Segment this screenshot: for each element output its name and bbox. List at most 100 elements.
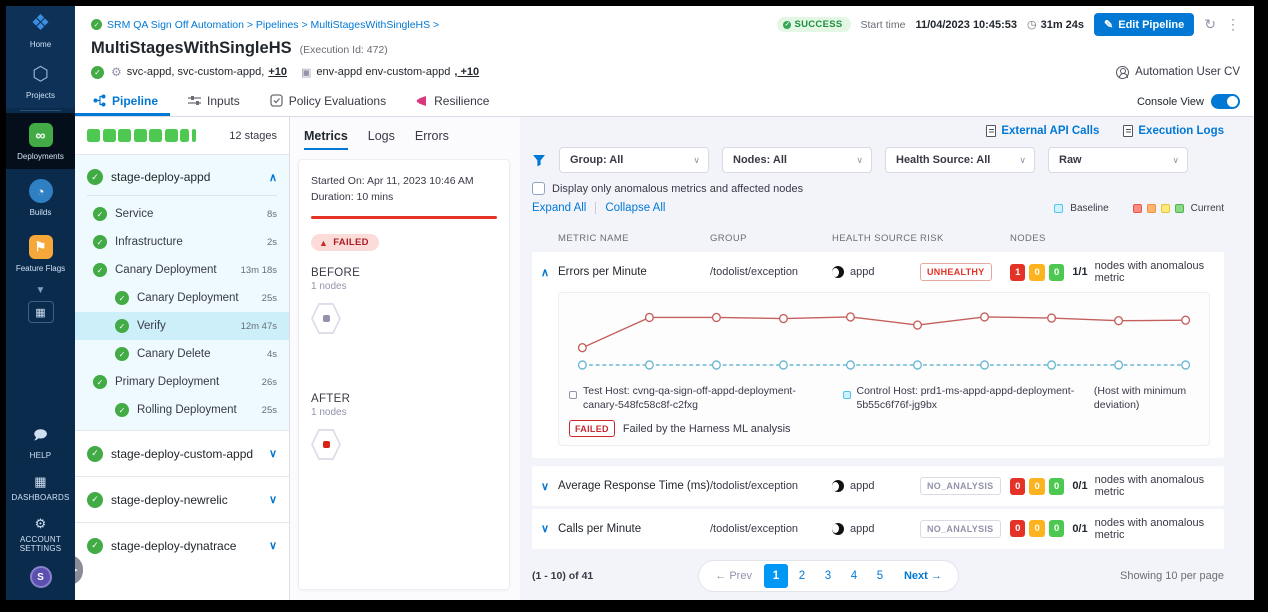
execution-tabbar: Pipeline Inputs Policy Evaluations Resil… [75, 87, 1254, 117]
duration-wrap: ◷ 31m 24s [1027, 18, 1084, 31]
step-rolling-deployment[interactable]: ✓ Rolling Deployment 25s [75, 396, 289, 424]
step-infrastructure[interactable]: ✓ Infrastructure 2s [75, 228, 289, 256]
sidebar-item-label: DASHBOARDS [11, 493, 69, 502]
page-button-1[interactable]: 1 [764, 564, 788, 588]
sidebar-item-label: Home [30, 40, 51, 49]
prev-page-button[interactable]: ← Prev [705, 570, 762, 582]
external-api-calls-link[interactable]: External API Calls [986, 125, 1099, 137]
tab-pipeline[interactable]: Pipeline [91, 94, 160, 116]
chevron-down-icon: ∨ [1011, 155, 1026, 166]
next-page-button[interactable]: Next → [894, 570, 952, 582]
sidebar-item-builds[interactable]: ◔ Builds [6, 169, 75, 225]
after-node-hexagon[interactable] [311, 428, 341, 461]
execution-id: (Execution Id: 472) [300, 44, 388, 56]
baseline-swatch [1054, 204, 1063, 213]
tab-policy-evaluations[interactable]: Policy Evaluations [268, 94, 388, 116]
before-node-hexagon[interactable] [311, 302, 341, 335]
tab-resilience[interactable]: Resilience [414, 94, 491, 116]
tab-logs[interactable]: Logs [368, 129, 395, 150]
step-canary-deployment[interactable]: ✓ Canary Deployment 25s [75, 284, 289, 312]
document-icon [986, 125, 996, 137]
risk-badge: NO_ANALYSIS [920, 520, 1001, 538]
raw-filter-select[interactable]: Raw∨ [1048, 147, 1188, 173]
expand-row-icon[interactable]: ∨ [532, 522, 558, 535]
user-avatar[interactable]: S [30, 566, 52, 588]
page-button-3[interactable]: 3 [816, 564, 840, 588]
page-button-4[interactable]: 4 [842, 564, 866, 588]
step-canary-deployment-group[interactable]: ✓ Canary Deployment 13m 18s [75, 256, 289, 284]
step-canary-delete[interactable]: ✓ Canary Delete 4s [75, 340, 289, 368]
dashboards-icon: ▦ [34, 474, 46, 490]
duration-value: 31m 24s [1041, 19, 1084, 31]
sidebar-item-dashboards[interactable]: ▦ DASHBOARDS [6, 467, 75, 509]
services-more-link[interactable]: +10 [268, 66, 287, 78]
refresh-icon[interactable]: ↻ [1204, 16, 1216, 33]
control-host-legend[interactable]: Control Host: prd1-ms-appd-appd-deployme… [843, 384, 1076, 412]
step-success-icon: ✓ [115, 347, 129, 361]
breadcrumb-text: SRM QA Sign Off Automation > Pipelines >… [107, 19, 439, 31]
page-button-5[interactable]: 5 [868, 564, 892, 588]
environments-more-link[interactable]: , +10 [454, 66, 479, 78]
console-view-toggle[interactable] [1211, 94, 1240, 109]
tab-errors[interactable]: Errors [415, 129, 449, 150]
chart-color-legend: Baseline Current [1054, 203, 1224, 214]
kebab-menu-icon[interactable]: ⋮ [1226, 16, 1240, 33]
page-button-2[interactable]: 2 [790, 564, 814, 588]
gear-icon: ⚙ [35, 516, 47, 532]
feature-flags-icon: ⚑ [29, 235, 53, 259]
nodes-filter-select[interactable]: Nodes: All∨ [722, 147, 872, 173]
appdynamics-icon [832, 266, 844, 278]
stage-deploy-custom-appd[interactable]: ✓ stage-deploy-custom-appd ∨ [75, 430, 289, 476]
risk-badge: NO_ANALYSIS [920, 477, 1001, 495]
sidebar-item-help[interactable]: 🗩 HELP [6, 419, 75, 467]
sidebar: ❖ Home ⬡ Projects ∞ Deployments ◔ Builds… [6, 6, 75, 600]
verification-status-badge: ▲ FAILED [311, 234, 379, 251]
expand-row-icon[interactable]: ∨ [532, 480, 558, 493]
execution-logs-link[interactable]: Execution Logs [1123, 125, 1224, 137]
sidebar-item-feature-flags[interactable]: ⚑ Feature Flags [6, 225, 75, 281]
step-success-icon: ✓ [93, 235, 107, 249]
filter-funnel-icon[interactable] [532, 154, 546, 167]
step-service[interactable]: ✓ Service 8s [75, 200, 289, 228]
stage-header-deploy-appd[interactable]: ✓ stage-deploy-appd ∧ [75, 155, 289, 195]
group-filter-select[interactable]: Group: All∨ [559, 147, 709, 173]
test-host-legend[interactable]: Test Host: cvng-qa-sign-off-appd-deploym… [569, 384, 825, 412]
stage-deploy-newrelic[interactable]: ✓ stage-deploy-newrelic ∨ [75, 476, 289, 522]
console-view-label: Console View [1137, 96, 1204, 108]
sidebar-item-account-settings[interactable]: ⚙ ACCOUNT SETTINGS [6, 509, 75, 560]
min-deviation-note: (Host with minimum deviation) [1094, 384, 1199, 412]
health-source-filter-select[interactable]: Health Source: All∨ [885, 147, 1035, 173]
tab-metrics[interactable]: Metrics [304, 129, 348, 150]
breadcrumb[interactable]: ✓ SRM QA Sign Off Automation > Pipelines… [91, 19, 439, 31]
tab-inputs[interactable]: Inputs [186, 94, 242, 116]
green-node-count: 0 [1049, 520, 1064, 537]
collapse-all-link[interactable]: Collapse All [605, 202, 665, 214]
chevron-down-icon: ∨ [269, 447, 277, 460]
sidebar-item-home[interactable]: ❖ Home [6, 6, 75, 57]
metric-chart: Test Host: cvng-qa-sign-off-appd-deploym… [558, 292, 1210, 446]
before-node-count: 1 nodes [311, 281, 497, 292]
col-group: GROUP [710, 233, 832, 244]
sidebar-item-projects[interactable]: ⬡ Projects [6, 57, 75, 108]
module-grid-icon[interactable]: ▦ [28, 301, 54, 323]
chevron-down-icon: ∨ [685, 155, 700, 166]
expand-all-link[interactable]: Expand All [532, 202, 586, 214]
stages-progress-row: 12 stages [75, 117, 289, 155]
sidebar-expand-chevron-icon[interactable]: ▼ [6, 281, 75, 298]
person-icon [1116, 66, 1129, 79]
success-check-icon: ✓ [783, 21, 791, 29]
sidebar-item-deployments[interactable]: ∞ Deployments [6, 113, 75, 169]
before-label: BEFORE [311, 267, 497, 279]
clock-icon: ◷ [1027, 18, 1037, 31]
collapse-row-icon[interactable]: ∧ [532, 266, 558, 279]
step-primary-deployment[interactable]: ✓ Primary Deployment 26s [75, 368, 289, 396]
appdynamics-icon [832, 480, 844, 492]
step-verify[interactable]: ✓ Verify 12m 47s [75, 312, 289, 340]
stage-deploy-dynatrace[interactable]: ✓ stage-deploy-dynatrace ∨ [75, 522, 289, 568]
edit-pipeline-button[interactable]: ✎ Edit Pipeline [1094, 13, 1194, 36]
analysis-failed-tag: FAILED [569, 420, 615, 437]
anomalous-only-checkbox[interactable] [532, 182, 545, 195]
metrics-panel: External API Calls Execution Logs Group:… [520, 117, 1254, 600]
pagination-range: (1 - 10) of 41 [532, 570, 593, 582]
anomalous-only-label: Display only anomalous metrics and affec… [552, 183, 803, 195]
